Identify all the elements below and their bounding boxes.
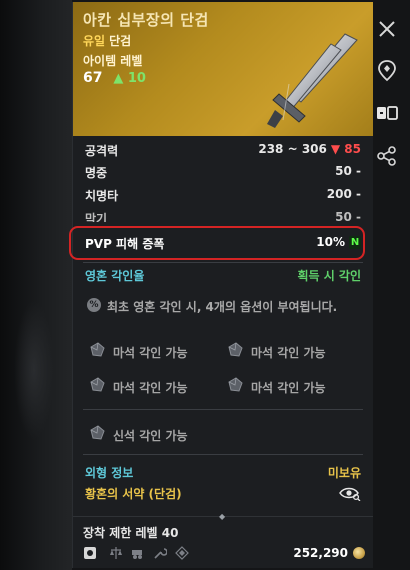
slot-label: 마석 각인 가능 — [251, 381, 326, 395]
item-level-value: 67 — [83, 70, 103, 86]
stat-name: 공격력 — [85, 144, 119, 158]
coin-icon — [353, 547, 365, 559]
item-header: 아칸 십부장의 단검 유일 단검 아이템 레벨 67 ▲ 10 — [73, 2, 373, 136]
dagger-icon — [267, 33, 358, 128]
appearance-skin-row: 황혼의 서약 (단검) — [85, 485, 361, 503]
soul-label: 영혼 각인율 — [85, 269, 145, 283]
stone-slot-icon — [90, 425, 105, 440]
divider — [83, 409, 363, 410]
arrow-down-icon: ▼ — [330, 142, 341, 156]
stat-value: 50 - — [335, 210, 361, 222]
item-grade: 유일 — [83, 34, 106, 48]
item-level: 67 ▲ 10 — [83, 70, 146, 86]
preview-eye-button[interactable] — [339, 485, 361, 504]
wagon-icon — [131, 545, 145, 559]
soul-value: 획득 시 각인 — [297, 269, 361, 283]
slot-label: 마석 각인 가능 — [113, 346, 188, 360]
trade-lock-icon — [83, 545, 97, 559]
stone-slot-icon — [228, 377, 243, 392]
stat-delta-value: 85 — [344, 142, 361, 156]
new-badge: N — [349, 236, 361, 249]
arrow-up-icon: ▲ — [113, 71, 124, 86]
soul-engrave-row: 영혼 각인율 획득 시 각인 — [85, 267, 361, 285]
appearance-status: 미보유 — [327, 466, 361, 480]
item-level-label: 아이템 레벨 — [83, 54, 143, 68]
equip-level-requirement: 장착 제한 레벨 40 — [83, 526, 179, 540]
item-type: 단검 — [109, 34, 132, 48]
stat-value-text: 238 ~ 306 — [258, 142, 327, 156]
stat-row-pvp: PVP 피해 증폭 10% N — [85, 235, 361, 253]
item-tooltip-panel: 아칸 십부장의 단검 유일 단검 아이템 레벨 67 ▲ 10 공격력 238 … — [69, 2, 373, 568]
close-button[interactable] — [374, 16, 400, 42]
appearance-label: 외형 정보 — [85, 466, 134, 480]
stat-name: 명중 — [85, 166, 108, 180]
slot-label: 신석 각인 가능 — [113, 429, 188, 443]
appearance-row: 외형 정보 미보유 — [85, 464, 361, 482]
stat-row-critical: 치명타 200 - — [85, 187, 361, 205]
tooltip-side-toolbar — [372, 2, 402, 568]
share-icon — [377, 146, 396, 166]
slot-label: 마석 각인 가능 — [113, 381, 188, 395]
stat-value: 238 ~ 306 ▼ 85 — [258, 142, 361, 156]
stat-row-accuracy: 명중 50 - — [85, 164, 361, 182]
stat-value: 10% — [316, 235, 345, 249]
eye-search-icon — [339, 487, 361, 502]
item-level-up: ▲ 10 — [113, 71, 146, 86]
item-level-up-value: 10 — [127, 71, 146, 86]
footer-divider: ◆ — [73, 512, 373, 521]
appearance-skin-name: 황혼의 서약 (단검) — [85, 487, 182, 501]
compare-icon — [377, 106, 398, 120]
stat-name: PVP 피해 증폭 — [85, 237, 165, 251]
stone-slot-icon — [90, 377, 105, 392]
compare-button[interactable] — [374, 100, 400, 126]
soul-info: % 최초 영혼 각인 시, 4개의 옵션이 부여됩니다. — [87, 298, 363, 316]
close-icon — [379, 21, 395, 37]
percent-icon: % — [87, 298, 101, 312]
map-pin-icon — [378, 60, 396, 82]
divider — [83, 454, 363, 455]
soul-info-text: 최초 영혼 각인 시, 4개의 옵션이 부여됩니다. — [107, 300, 338, 314]
stat-value: 200 - — [326, 187, 361, 201]
wrench-icon — [153, 545, 168, 559]
diamond-icon: ◆ — [219, 512, 226, 521]
slot-label: 마석 각인 가능 — [251, 346, 326, 360]
stat-name: 막기 — [85, 212, 108, 222]
stat-row-attack: 공격력 238 ~ 306 ▼ 85 — [85, 142, 361, 160]
item-grade-line: 유일 단검 — [83, 32, 131, 49]
stat-value: 50 - — [335, 164, 361, 178]
stat-name: 치명타 — [85, 189, 119, 203]
scale-icon — [109, 545, 123, 559]
stat-delta: ▼ 85 — [331, 142, 361, 156]
price-value: 252,290 — [293, 546, 348, 560]
item-name: 아칸 십부장의 단검 — [83, 11, 209, 29]
locate-button[interactable] — [374, 58, 400, 84]
stone-slot-icon — [90, 342, 105, 357]
share-button[interactable] — [374, 143, 400, 169]
stat-row-block: 막기 50 - — [85, 210, 361, 222]
sell-price: 252,290 — [293, 546, 365, 560]
stone-slot-icon — [228, 342, 243, 357]
divider — [83, 262, 363, 263]
background-scene — [0, 0, 72, 570]
crystal-icon — [175, 545, 189, 560]
